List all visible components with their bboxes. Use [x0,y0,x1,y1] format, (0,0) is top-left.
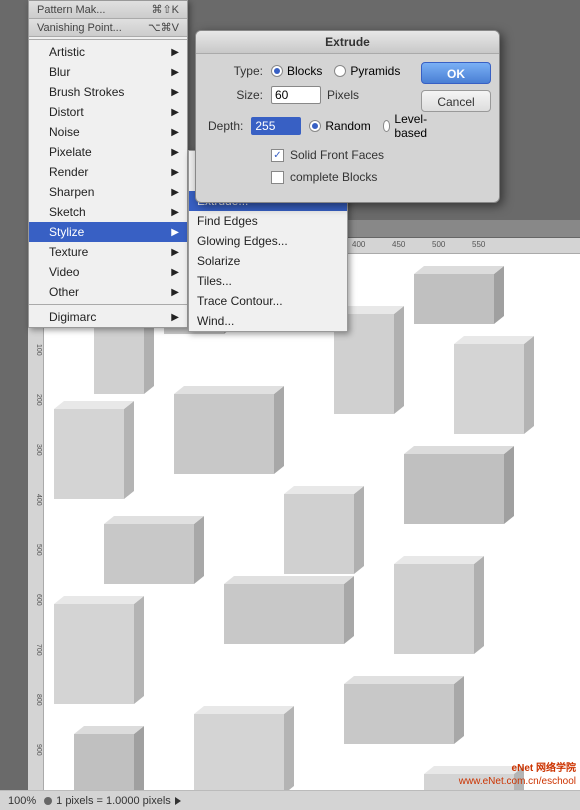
radio-level-based[interactable]: Level-based [383,112,432,140]
checkbox-complete-blocks-label: complete Blocks [290,170,377,184]
submenu-item-find-edges[interactable]: Find Edges [189,211,347,231]
ruler-left: 0 50 100 200 300 400 500 600 700 800 900 [28,254,44,790]
checkbox-complete-blocks[interactable]: complete Blocks [271,170,377,184]
dialog-body: Type: Blocks Pyramids Size: Pixels Depth… [196,54,499,202]
dialog-checkbox2-row: complete Blocks [208,170,409,184]
watermark: eNet 网络学院 www.eNet.com.cn/eschool [459,762,576,788]
menu-item-noise[interactable]: Noise ▶ [29,122,187,142]
dialog-depth-row: Depth: Random Level-based [208,112,409,140]
menu-header-vanishing-shortcut: ⌥⌘V [148,21,179,34]
status-bar: 100% 1 pixels = 1.0000 pixels [0,790,580,810]
status-zoom: 100% [8,795,36,807]
radio-pyramids-label: Pyramids [350,64,400,78]
canvas-svg [44,254,580,790]
submenu-arrow: ▶ [171,187,179,198]
cancel-button[interactable]: Cancel [421,90,491,112]
dialog-type-label: Type: [208,64,263,78]
submenu-arrow: ▶ [171,287,179,298]
dialog-size-unit: Pixels [327,88,359,102]
menu-header-pattern: Pattern Mak... ⌘⇧K [29,1,187,19]
filter-menu: Pattern Mak... ⌘⇧K Vanishing Point... ⌥⌘… [28,0,188,328]
watermark-line1: eNet 网络学院 [459,762,576,775]
radio-level-circle [383,120,391,132]
submenu-arrow: ▶ [171,147,179,158]
dialog-depth-options: Random Level-based [309,112,431,140]
menu-header-vanishing-text: Vanishing Point... [37,22,148,34]
menu-item-distort[interactable]: Distort ▶ [29,102,187,122]
menu-header-pattern-text: Pattern Mak... [37,4,151,16]
submenu-item-trace-contour[interactable]: Trace Contour... [189,291,347,311]
submenu-arrow: ▶ [171,107,179,118]
submenu-arrow: ▶ [171,67,179,78]
menu-separator-bottom [29,304,187,305]
checkbox-complete-blocks-box [271,171,284,184]
menu-item-blur[interactable]: Blur ▶ [29,62,187,82]
menu-item-artistic[interactable]: Artistic ▶ [29,42,187,62]
menu-item-sharpen[interactable]: Sharpen ▶ [29,182,187,202]
submenu-item-solarize[interactable]: Solarize [189,251,347,271]
submenu-item-tiles[interactable]: Tiles... [189,271,347,291]
radio-random[interactable]: Random [309,119,370,133]
menu-header-vanishing: Vanishing Point... ⌥⌘V [29,19,187,37]
watermark-line2: www.eNet.com.cn/eschool [459,775,576,788]
dialog-depth-input[interactable] [251,117,301,135]
menu-item-video[interactable]: Video ▶ [29,262,187,282]
menu-item-stylize[interactable]: Stylize ▶ [29,222,187,242]
status-dot [44,797,52,805]
menu-item-brush-strokes[interactable]: Brush Strokes ▶ [29,82,187,102]
submenu-arrow: ▶ [171,312,179,323]
submenu-arrow: ▶ [171,167,179,178]
radio-level-label: Level-based [394,112,431,140]
radio-random-label: Random [325,119,370,133]
submenu-item-wind[interactable]: Wind... [189,311,347,331]
dialog-depth-label: Depth: [208,119,243,133]
submenu-arrow: ▶ [171,247,179,258]
checkbox-solid-front-box: ✓ [271,149,284,162]
menu-item-digimarc[interactable]: Digimarc ▶ [29,307,187,327]
menu-item-other[interactable]: Other ▶ [29,282,187,302]
dialog-buttons: OK Cancel [421,62,491,112]
submenu-item-glowing-edges[interactable]: Glowing Edges... [189,231,347,251]
dialog-size-label: Size: [208,88,263,102]
checkbox-solid-front[interactable]: ✓ Solid Front Faces [271,148,384,162]
canvas-container [44,254,580,790]
ok-button[interactable]: OK [421,62,491,84]
submenu-arrow: ▶ [171,87,179,98]
menu-item-render[interactable]: Render ▶ [29,162,187,182]
menu-item-texture[interactable]: Texture ▶ [29,242,187,262]
submenu-arrow: ▶ [171,227,179,238]
submenu-arrow: ▶ [171,127,179,138]
submenu-arrow: ▶ [171,207,179,218]
radio-blocks-circle [271,65,283,77]
dialog-checkbox1-row: ✓ Solid Front Faces [208,148,409,162]
dialog-size-input[interactable] [271,86,321,104]
menu-separator-top [29,39,187,40]
radio-random-circle [309,120,321,132]
submenu-arrow: ▶ [171,267,179,278]
status-arrow-right [175,797,181,805]
menu-item-pixelate[interactable]: Pixelate ▶ [29,142,187,162]
status-info: 1 pixels = 1.0000 pixels [56,795,171,807]
extrude-dialog: Extrude Type: Blocks Pyramids Size: Pixe… [195,30,500,203]
dialog-type-row: Type: Blocks Pyramids [208,64,409,78]
dialog-size-row: Size: Pixels [208,86,409,104]
submenu-arrow: ▶ [171,47,179,58]
checkbox-solid-front-label: Solid Front Faces [290,148,384,162]
dialog-type-options: Blocks Pyramids [271,64,400,78]
radio-blocks-label: Blocks [287,64,322,78]
radio-pyramids-circle [334,65,346,77]
dialog-title: Extrude [196,31,499,54]
radio-pyramids[interactable]: Pyramids [334,64,400,78]
menu-item-sketch[interactable]: Sketch ▶ [29,202,187,222]
menu-header-pattern-shortcut: ⌘⇧K [151,3,179,16]
radio-blocks[interactable]: Blocks [271,64,322,78]
